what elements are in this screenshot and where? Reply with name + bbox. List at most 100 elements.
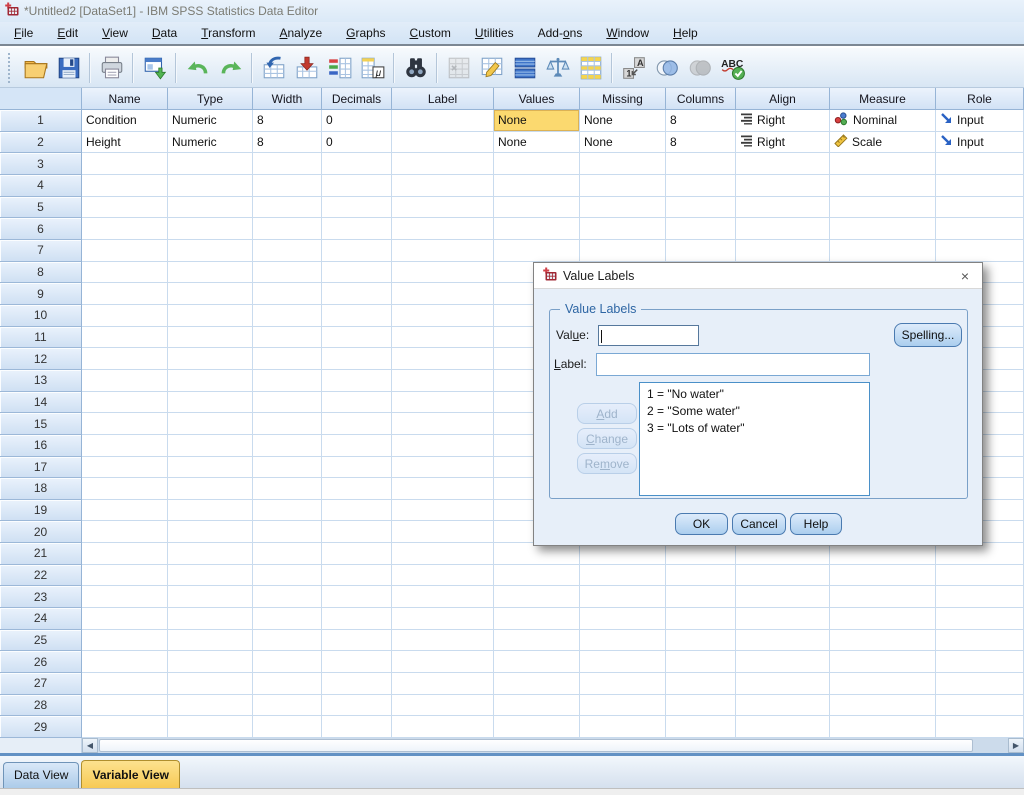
cell-decimals-row9[interactable]: [322, 283, 392, 305]
cell-label-row6[interactable]: [392, 218, 494, 240]
value-label-entry[interactable]: 1 = "No water": [640, 386, 869, 403]
cell-width-row22[interactable]: [253, 565, 322, 587]
cancel-button[interactable]: Cancel: [732, 513, 786, 535]
cell-align-row24[interactable]: [736, 608, 830, 630]
cell-columns-row3[interactable]: [666, 153, 736, 175]
cell-align-row28[interactable]: [736, 695, 830, 717]
cell-decimals-row13[interactable]: [322, 370, 392, 392]
cell-label-row19[interactable]: [392, 500, 494, 522]
value-labels-list[interactable]: 1 = "No water"2 = "Some water"3 = "Lots …: [639, 382, 870, 496]
cell-missing-row7[interactable]: [580, 240, 666, 262]
cell-decimals-row17[interactable]: [322, 457, 392, 479]
row-header-27[interactable]: 27: [0, 673, 82, 695]
tab-variable-view[interactable]: Variable View: [81, 760, 180, 788]
cell-name-row4[interactable]: [82, 175, 168, 197]
row-header-16[interactable]: 16: [0, 435, 82, 457]
cell-width-row26[interactable]: [253, 651, 322, 673]
cell-measure-row2[interactable]: Scale: [830, 132, 936, 154]
cell-type-row8[interactable]: [168, 262, 253, 284]
cell-name-row9[interactable]: [82, 283, 168, 305]
cell-type-row28[interactable]: [168, 695, 253, 717]
cell-columns-row29[interactable]: [666, 716, 736, 738]
menu-analyze[interactable]: Analyze: [271, 24, 330, 42]
cell-decimals-row14[interactable]: [322, 392, 392, 414]
column-header-columns[interactable]: Columns: [666, 88, 736, 110]
cell-values-row22[interactable]: [494, 565, 580, 587]
horizontal-scrollbar[interactable]: ◀ ▶: [0, 738, 1024, 753]
row-header-11[interactable]: 11: [0, 327, 82, 349]
menu-help[interactable]: Help: [665, 24, 706, 42]
menu-view[interactable]: View: [94, 24, 136, 42]
cell-role-row2[interactable]: Input: [936, 132, 1024, 154]
redo-icon[interactable]: [214, 52, 247, 84]
cell-width-row17[interactable]: [253, 457, 322, 479]
cell-decimals-row27[interactable]: [322, 673, 392, 695]
cell-width-row2[interactable]: 8: [253, 132, 322, 154]
row-header-12[interactable]: 12: [0, 348, 82, 370]
column-header-values[interactable]: Values: [494, 88, 580, 110]
cell-decimals-row24[interactable]: [322, 608, 392, 630]
cell-missing-row1[interactable]: None: [580, 110, 666, 132]
cell-align-row4[interactable]: [736, 175, 830, 197]
cell-type-row10[interactable]: [168, 305, 253, 327]
cell-label-row23[interactable]: [392, 586, 494, 608]
variable-info-icon[interactable]: μ: [356, 52, 389, 84]
close-icon[interactable]: ×: [956, 267, 974, 285]
cell-role-row25[interactable]: [936, 630, 1024, 652]
split-file-icon[interactable]: [508, 52, 541, 84]
cell-label-row4[interactable]: [392, 175, 494, 197]
cell-values-row23[interactable]: [494, 586, 580, 608]
cell-label-row12[interactable]: [392, 348, 494, 370]
tab-data-view[interactable]: Data View: [3, 762, 79, 788]
cell-width-row8[interactable]: [253, 262, 322, 284]
cell-name-row6[interactable]: [82, 218, 168, 240]
cell-label-row10[interactable]: [392, 305, 494, 327]
cell-columns-row25[interactable]: [666, 630, 736, 652]
cell-decimals-row26[interactable]: [322, 651, 392, 673]
cell-columns-row23[interactable]: [666, 586, 736, 608]
cell-width-row23[interactable]: [253, 586, 322, 608]
cell-decimals-row6[interactable]: [322, 218, 392, 240]
menu-transform[interactable]: Transform: [193, 24, 263, 42]
cell-type-row15[interactable]: [168, 413, 253, 435]
cell-name-row15[interactable]: [82, 413, 168, 435]
cell-missing-row5[interactable]: [580, 197, 666, 219]
cell-decimals-row4[interactable]: [322, 175, 392, 197]
row-header-5[interactable]: 5: [0, 197, 82, 219]
remove-button[interactable]: Remove: [577, 453, 637, 474]
cell-type-row24[interactable]: [168, 608, 253, 630]
cell-type-row17[interactable]: [168, 457, 253, 479]
cell-width-row28[interactable]: [253, 695, 322, 717]
column-header-type[interactable]: Type: [168, 88, 253, 110]
cell-measure-row3[interactable]: [830, 153, 936, 175]
cell-role-row6[interactable]: [936, 218, 1024, 240]
menu-data[interactable]: Data: [144, 24, 185, 42]
cell-missing-row29[interactable]: [580, 716, 666, 738]
cell-role-row1[interactable]: Input: [936, 110, 1024, 132]
cell-measure-row22[interactable]: [830, 565, 936, 587]
cell-values-row3[interactable]: [494, 153, 580, 175]
use-variable-sets-icon[interactable]: [650, 52, 683, 84]
cell-role-row22[interactable]: [936, 565, 1024, 587]
cell-name-row16[interactable]: [82, 435, 168, 457]
cell-values-row4[interactable]: [494, 175, 580, 197]
cell-decimals-row12[interactable]: [322, 348, 392, 370]
cell-columns-row22[interactable]: [666, 565, 736, 587]
cell-width-row12[interactable]: [253, 348, 322, 370]
row-header-25[interactable]: 25: [0, 630, 82, 652]
cell-type-row16[interactable]: [168, 435, 253, 457]
row-header-9[interactable]: 9: [0, 283, 82, 305]
cell-name-row10[interactable]: [82, 305, 168, 327]
cell-label-row16[interactable]: [392, 435, 494, 457]
cell-role-row7[interactable]: [936, 240, 1024, 262]
add-button[interactable]: Add: [577, 403, 637, 424]
find-icon[interactable]: [399, 52, 432, 84]
scroll-right-arrow[interactable]: ▶: [1008, 738, 1024, 753]
cell-width-row18[interactable]: [253, 478, 322, 500]
scroll-left-arrow[interactable]: ◀: [82, 738, 98, 753]
cell-values-row6[interactable]: [494, 218, 580, 240]
cell-missing-row21[interactable]: [580, 543, 666, 565]
cell-values-row26[interactable]: [494, 651, 580, 673]
cell-name-row22[interactable]: [82, 565, 168, 587]
weight-cases-icon[interactable]: [541, 52, 574, 84]
